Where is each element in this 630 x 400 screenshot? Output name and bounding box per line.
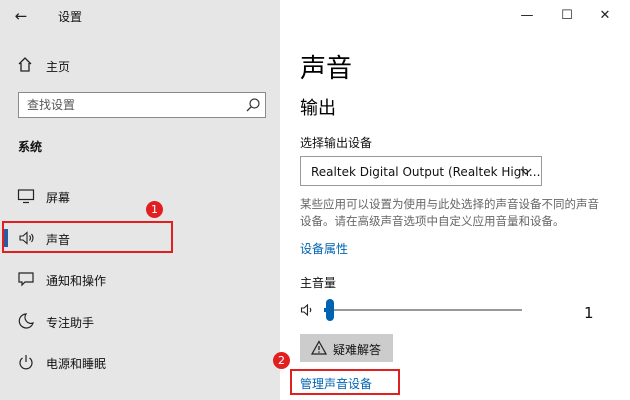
- volume-speaker-icon[interactable]: [300, 302, 316, 318]
- sidebar-item-notifications[interactable]: 通知和操作: [0, 264, 280, 294]
- page-title: 声音: [300, 54, 353, 84]
- minimize-icon: —: [520, 8, 534, 23]
- power-icon: [19, 355, 33, 370]
- home-icon: [18, 57, 32, 72]
- output-device-dropdown[interactable]: Realtek Digital Output (Realtek High...: [300, 156, 542, 186]
- back-arrow-icon: ←: [14, 7, 28, 25]
- maximize-icon: ☐: [561, 8, 573, 23]
- section-title-output: 输出: [300, 98, 336, 119]
- sidebar-item-home[interactable]: 主页: [0, 52, 280, 80]
- annotation-highlight-sound: [2, 221, 173, 253]
- close-button[interactable]: ✕: [590, 4, 620, 28]
- close-icon: ✕: [599, 8, 611, 23]
- back-button[interactable]: ←: [10, 6, 32, 26]
- chevron-down-icon: [520, 168, 532, 175]
- notification-icon: [18, 272, 34, 287]
- annotation-badge-1: 1: [146, 201, 163, 218]
- troubleshoot-button[interactable]: 疑难解答: [300, 334, 393, 362]
- maximize-button[interactable]: ☐: [552, 4, 582, 28]
- moon-icon: [18, 313, 34, 329]
- sidebar: ← 设置 主页 系统 屏幕 声音 通知和操: [0, 0, 280, 400]
- volume-slider-thumb[interactable]: [325, 299, 334, 321]
- output-description: 某些应用可以设置为使用与此处选择的声音设备不同的声音设备。请在高级声音选项中自定…: [300, 197, 599, 228]
- annotation-badge-2: 2: [273, 352, 290, 369]
- output-device-label: 选择输出设备: [300, 136, 373, 150]
- sidebar-item-label: 专注助手: [46, 316, 95, 330]
- volume-value: 1: [584, 304, 594, 322]
- minimize-button[interactable]: —: [512, 4, 542, 28]
- troubleshoot-label: 疑难解答: [333, 343, 382, 357]
- volume-slider-track[interactable]: [324, 309, 522, 311]
- search-icon[interactable]: [245, 97, 261, 113]
- annotation-highlight-manage-devices: [290, 369, 400, 395]
- search-box[interactable]: [18, 92, 266, 118]
- sidebar-item-label: 主页: [46, 60, 71, 74]
- sidebar-item-focus-assist[interactable]: 专注助手: [0, 306, 280, 336]
- sidebar-item-label: 电源和睡眠: [46, 357, 107, 371]
- sidebar-item-label: 通知和操作: [46, 274, 107, 288]
- title-bar: ← 设置: [0, 0, 280, 32]
- sidebar-item-display[interactable]: 屏幕: [0, 181, 280, 211]
- app-title: 设置: [58, 10, 83, 24]
- main-pane: — ☐ ✕ 声音 输出 选择输出设备 Realtek Digital Outpu…: [280, 0, 630, 400]
- sidebar-item-label: 屏幕: [46, 191, 71, 205]
- sidebar-item-power-sleep[interactable]: 电源和睡眠: [0, 347, 280, 377]
- master-volume-label: 主音量: [300, 276, 337, 290]
- warning-icon: [311, 340, 327, 355]
- device-properties-link[interactable]: 设备属性: [300, 240, 348, 257]
- section-label-system: 系统: [18, 140, 43, 154]
- monitor-icon: [17, 189, 35, 204]
- search-input[interactable]: [19, 93, 239, 117]
- output-device-value: Realtek Digital Output (Realtek High...: [311, 165, 541, 179]
